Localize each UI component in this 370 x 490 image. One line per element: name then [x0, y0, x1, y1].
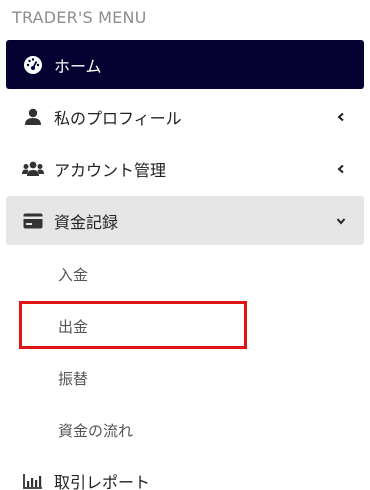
- menu-item-label: アカウント管理: [54, 160, 167, 180]
- users-group-icon: [22, 158, 44, 180]
- menu-item-fund-records[interactable]: 資金記録: [6, 196, 364, 245]
- withdrawal-highlight-box: [19, 301, 247, 349]
- menu-item-label: 取引レポート: [54, 472, 151, 490]
- credit-card-icon: [22, 210, 44, 232]
- dashboard-gauge-icon: [22, 54, 44, 76]
- submenu-item-transfer[interactable]: 振替: [58, 368, 88, 389]
- chevron-left-icon: [334, 162, 348, 176]
- menu-item-trading-reports[interactable]: 取引レポート: [6, 456, 364, 490]
- menu-item-label: 私のプロフィール: [54, 108, 182, 128]
- bar-chart-icon: [22, 470, 44, 490]
- menu-item-account-management[interactable]: アカウント管理: [6, 144, 364, 193]
- menu-section-title: TRADER'S MENU: [12, 8, 147, 27]
- traders-menu: TRADER'S MENU ホーム 私のプロフィール アカウント管理 資金記録 …: [0, 0, 370, 490]
- menu-item-home[interactable]: ホーム: [6, 40, 364, 89]
- submenu-item-fund-flow[interactable]: 資金の流れ: [58, 420, 133, 441]
- submenu-item-deposit[interactable]: 入金: [58, 264, 88, 285]
- chevron-left-icon: [334, 110, 348, 124]
- menu-item-profile[interactable]: 私のプロフィール: [6, 92, 364, 141]
- menu-item-label: ホーム: [54, 56, 102, 76]
- menu-item-label: 資金記録: [54, 212, 119, 232]
- chevron-down-icon: [334, 214, 348, 228]
- user-icon: [22, 106, 44, 128]
